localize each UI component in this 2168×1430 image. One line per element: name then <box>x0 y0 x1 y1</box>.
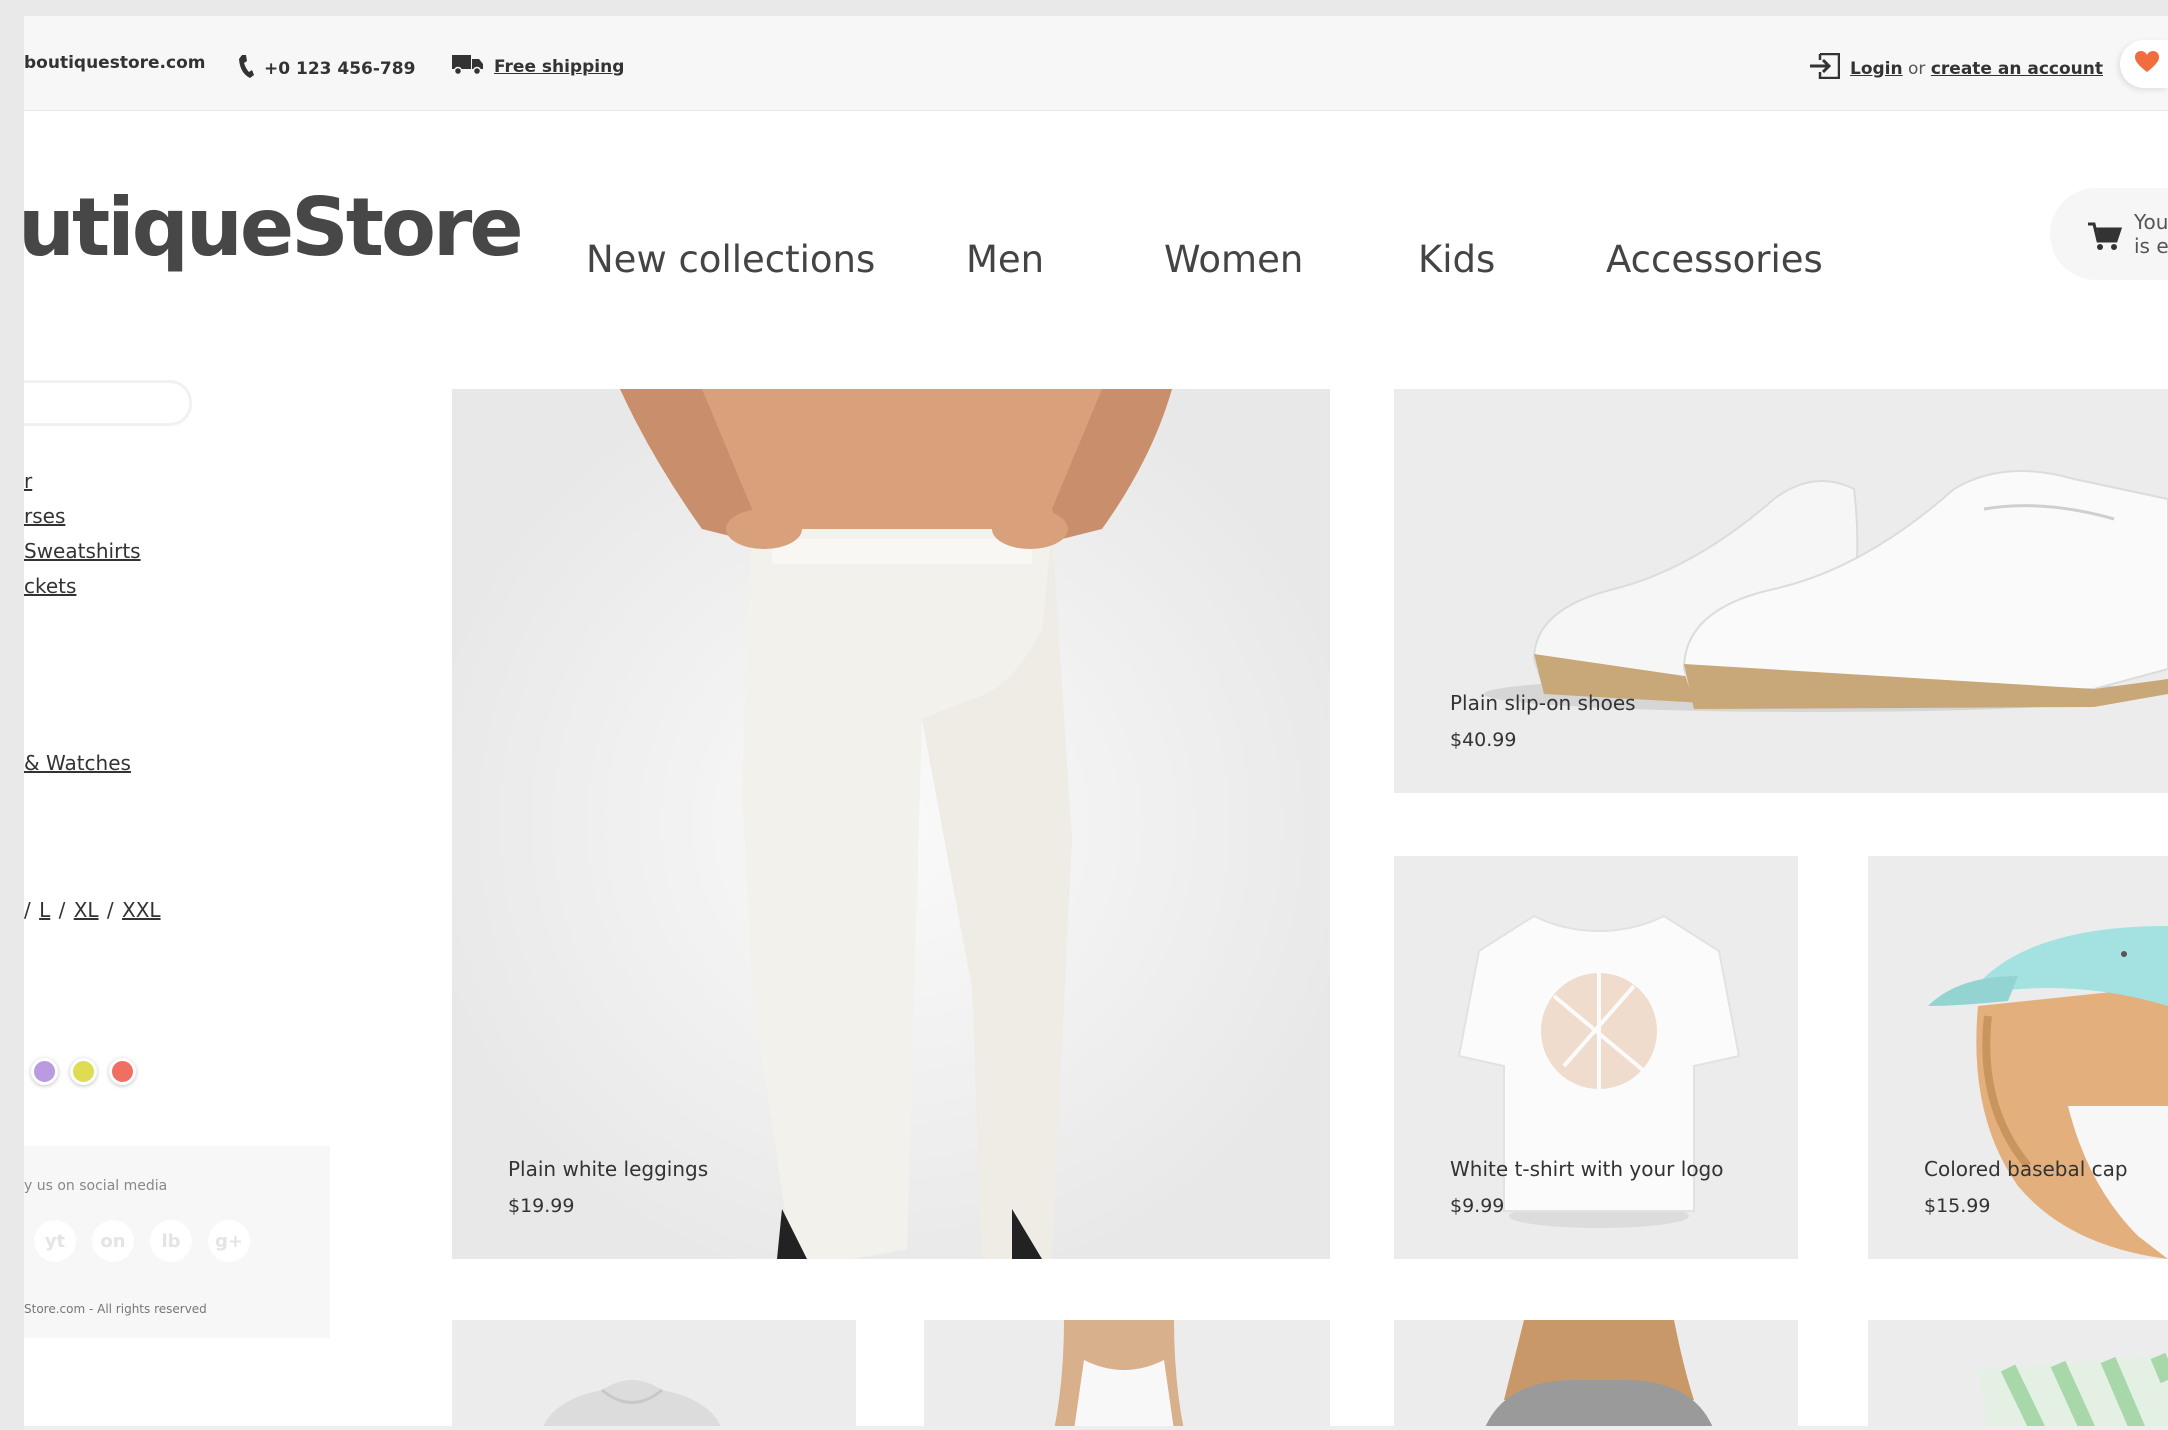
sidebar-category[interactable]: r <box>24 469 32 493</box>
nav-item-kids[interactable]: Kids <box>1418 238 1495 281</box>
product-card-leggings[interactable]: Plain white leggings $19.99 <box>452 389 1330 1259</box>
size-separator: / <box>100 898 121 922</box>
create-account-link[interactable]: create an account <box>1931 59 2103 79</box>
free-shipping-link[interactable]: Free shipping <box>494 57 624 77</box>
social-panel: y us on social media yt on lb g+ Store.c… <box>24 1146 330 1338</box>
copyright-text: Store.com - All rights reserved <box>24 1302 207 1316</box>
youtube-icon[interactable]: yt <box>34 1220 76 1262</box>
product-name[interactable]: Plain white leggings <box>508 1157 708 1181</box>
nav-item-men[interactable]: Men <box>966 238 1044 281</box>
product-card-sweater[interactable] <box>1394 1320 1798 1430</box>
product-name[interactable]: White t-shirt with your logo <box>1450 1157 1724 1181</box>
product-price: $15.99 <box>1924 1195 1991 1217</box>
cap-image <box>1868 856 2168 1259</box>
color-filter <box>31 1058 136 1085</box>
cart-widget[interactable]: You is er <box>2050 188 2168 280</box>
product-name[interactable]: Colored basebal cap <box>1924 1157 2128 1181</box>
nav-item-women[interactable]: Women <box>1164 238 1303 281</box>
phone-icon <box>238 53 254 84</box>
sidebar-category[interactable]: rses <box>24 504 65 528</box>
nav-item-accessories[interactable]: Accessories <box>1606 238 1823 281</box>
sidebar-category-watches[interactable]: & Watches <box>24 751 131 775</box>
social-title: y us on social media <box>24 1178 168 1194</box>
color-swatch-yellow[interactable] <box>70 1058 97 1085</box>
product-card-tshirt[interactable]: White t-shirt with your logo $9.99 <box>1394 856 1798 1259</box>
product-card-cap[interactable]: Colored basebal cap $15.99 <box>1868 856 2168 1259</box>
size-separator: / <box>52 898 72 922</box>
phone-number: +0 123 456-789 <box>238 53 415 84</box>
top-bar: boutiquestore.com +0 123 456-789 Free sh… <box>24 16 2168 111</box>
product-card-blouse[interactable] <box>924 1320 1330 1430</box>
color-swatch-purple[interactable] <box>31 1058 58 1085</box>
wishlist-button[interactable] <box>2120 40 2168 88</box>
social-icons: yt on lb g+ <box>34 1220 250 1262</box>
sweater-image <box>1394 1320 1798 1430</box>
cart-line-2: is er <box>2134 234 2168 258</box>
product-price: $9.99 <box>1450 1195 1505 1217</box>
google-plus-icon[interactable]: g+ <box>208 1220 250 1262</box>
bottom-strip <box>24 1426 2168 1430</box>
search-input[interactable] <box>24 380 192 426</box>
size-option-xl[interactable]: XL <box>74 898 99 922</box>
truck-icon <box>452 53 484 80</box>
phone-text: +0 123 456-789 <box>264 58 416 79</box>
social-lb-icon[interactable]: lb <box>150 1220 192 1262</box>
size-prefix: / <box>24 898 38 922</box>
hoodie-image <box>452 1320 856 1430</box>
cart-line-1: You <box>2134 210 2168 234</box>
gift-box-image <box>1868 1320 2168 1430</box>
free-shipping: Free shipping <box>452 53 624 80</box>
product-name[interactable]: Plain slip-on shoes <box>1450 691 1636 715</box>
size-option-l[interactable]: L <box>39 898 50 922</box>
account-links: Login or create an account <box>1810 52 2103 84</box>
sidebar-category-jackets[interactable]: ckets <box>24 574 76 598</box>
size-option-xxl[interactable]: XXL <box>122 898 161 922</box>
leggings-image <box>452 389 1330 1259</box>
store-logo[interactable]: utiqueStore <box>24 188 524 268</box>
sidebar-category-sweatshirts[interactable]: Sweatshirts <box>24 539 141 563</box>
product-price: $19.99 <box>508 1195 575 1217</box>
social-on-icon[interactable]: on <box>92 1220 134 1262</box>
blouse-image <box>924 1320 1330 1430</box>
size-filter: / L / XL / XXL <box>24 898 163 922</box>
login-link[interactable]: Login <box>1850 59 1903 79</box>
site-domain-text: boutiquestore.com <box>24 53 206 73</box>
color-swatch-red[interactable] <box>109 1058 136 1085</box>
product-card-hoodie[interactable] <box>452 1320 856 1430</box>
heart-icon <box>2134 50 2160 79</box>
login-icon <box>1810 52 1841 84</box>
site-domain: boutiquestore.com <box>24 53 205 73</box>
nav-item-new-collections[interactable]: New collections <box>586 238 875 281</box>
product-card-box[interactable] <box>1868 1320 2168 1430</box>
or-text: or <box>1902 58 1931 79</box>
cart-icon <box>2088 222 2123 256</box>
page: boutiquestore.com +0 123 456-789 Free sh… <box>24 16 2168 1430</box>
product-price: $40.99 <box>1450 729 1517 751</box>
product-card-shoes[interactable]: Plain slip-on shoes $40.99 <box>1394 389 2168 793</box>
